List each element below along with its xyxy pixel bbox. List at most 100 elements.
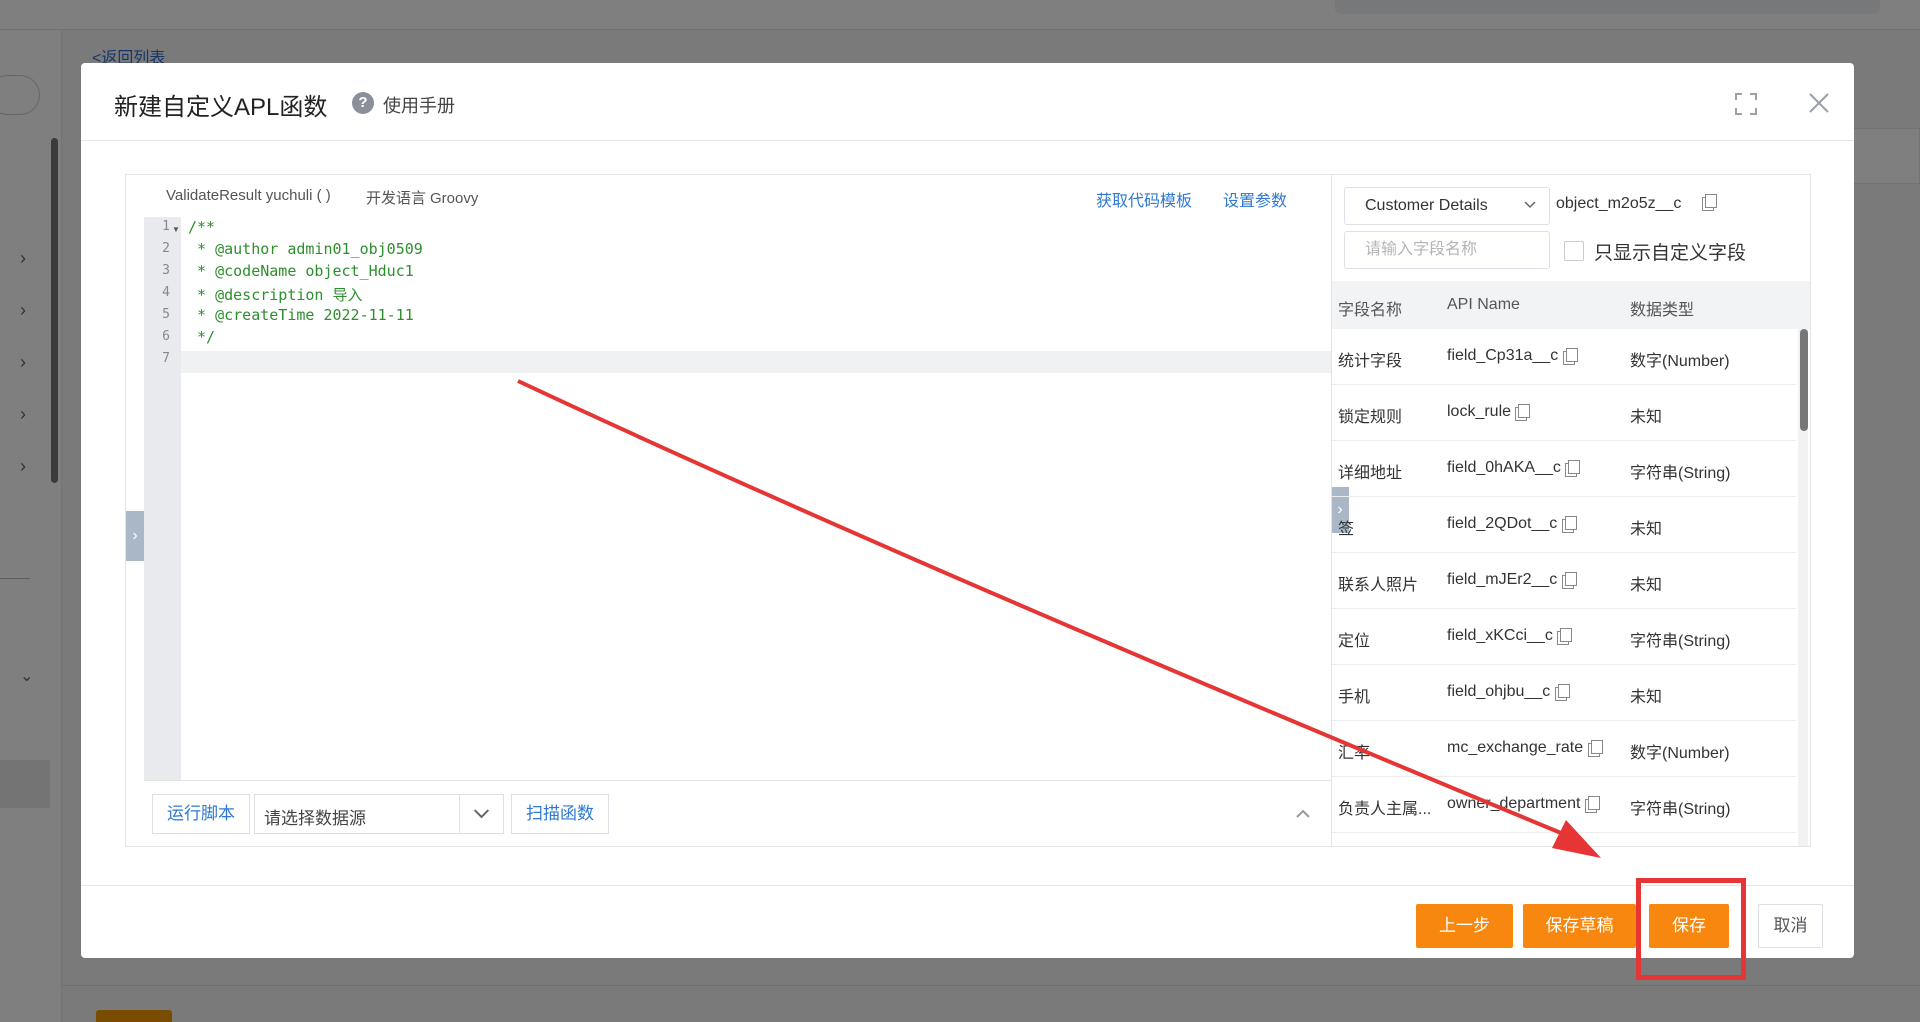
field-api: field_Cp31a__c bbox=[1447, 347, 1578, 365]
user-manual-link[interactable]: 使用手册 bbox=[383, 92, 455, 118]
table-row[interactable]: 签 field_2QDot__c 未知 bbox=[1332, 497, 1796, 553]
dialog-title: 新建自定义APL函数 bbox=[114, 94, 328, 121]
field-api: field_xKCci__c bbox=[1447, 627, 1573, 645]
copy-icon[interactable] bbox=[1587, 739, 1603, 757]
object-select[interactable]: Customer Details bbox=[1344, 187, 1550, 225]
code-line: * @createTime 2022-11-11 bbox=[188, 306, 414, 324]
fold-arrow-icon[interactable]: ▼ bbox=[172, 225, 180, 234]
field-api: field_mJEr2__c bbox=[1447, 571, 1577, 589]
close-icon[interactable] bbox=[1807, 91, 1831, 115]
field-api: mc_exchange_rate bbox=[1447, 739, 1603, 757]
field-type: 未知 bbox=[1630, 409, 1663, 426]
datasource-placeholder: 请选择数据源 bbox=[264, 809, 366, 828]
code-line: * @author admin01_obj0509 bbox=[188, 240, 423, 258]
scrollbar-thumb[interactable] bbox=[1800, 329, 1808, 431]
field-name: 签 bbox=[1338, 521, 1355, 538]
table-row[interactable]: 汇率 mc_exchange_rate 数字(Number) bbox=[1332, 721, 1796, 777]
field-type: 未知 bbox=[1630, 689, 1663, 706]
table-row[interactable]: 详细地址 field_0hAKA__c 字符串(String) bbox=[1332, 441, 1796, 497]
field-api-text: owner_department bbox=[1447, 795, 1581, 812]
line-number: 4 bbox=[162, 285, 170, 300]
function-signature: ValidateResult yuchuli ( ) bbox=[166, 187, 331, 204]
field-panel: Customer Details object_m2o5z__c 只显示自定义字… bbox=[1331, 175, 1810, 846]
column-header: 数据类型 bbox=[1630, 302, 1695, 319]
expand-icon[interactable] bbox=[1735, 93, 1757, 115]
field-type: 字符串(String) bbox=[1630, 633, 1731, 650]
column-header: 字段名称 bbox=[1338, 302, 1403, 319]
field-api: owner_department bbox=[1447, 795, 1600, 813]
datasource-select[interactable]: 请选择数据源 bbox=[254, 794, 504, 834]
copy-icon[interactable] bbox=[1584, 795, 1600, 813]
copy-icon[interactable] bbox=[1561, 571, 1577, 589]
custom-only-checkbox[interactable] bbox=[1564, 241, 1584, 261]
code-editor[interactable]: 1 ▼ 2 3 4 5 6 7 /** * @author admin01_ob… bbox=[144, 217, 1331, 780]
field-api-text: field_xKCci__c bbox=[1447, 627, 1553, 644]
dialog-header: 新建自定义APL函数 ? 使用手册 bbox=[81, 63, 1854, 141]
copy-icon[interactable] bbox=[1554, 683, 1570, 701]
table-row[interactable]: 锁定规则 lock_rule 未知 bbox=[1332, 385, 1796, 441]
field-api-text: field_mJEr2__c bbox=[1447, 571, 1558, 588]
get-code-template-link[interactable]: 获取代码模板 bbox=[1096, 187, 1192, 211]
language-info: 开发语言 Groovy bbox=[366, 187, 478, 208]
line-number: 5 bbox=[162, 307, 170, 322]
table-row[interactable]: 联系人照片 field_mJEr2__c 未知 bbox=[1332, 553, 1796, 609]
copy-icon[interactable] bbox=[1561, 515, 1577, 533]
line-number: 2 bbox=[162, 241, 170, 256]
language-label: 开发语言 bbox=[366, 190, 427, 207]
field-name: 详细地址 bbox=[1338, 465, 1403, 482]
field-type: 数字(Number) bbox=[1630, 745, 1730, 762]
field-name: 负责人主属... bbox=[1338, 801, 1432, 818]
save-draft-button[interactable]: 保存草稿 bbox=[1523, 904, 1636, 948]
annotation-highlight-box bbox=[1636, 878, 1746, 980]
table-row[interactable]: 定位 field_xKCci__c 字符串(String) bbox=[1332, 609, 1796, 665]
run-script-button[interactable]: 运行脚本 bbox=[152, 794, 250, 834]
code-line: * @description 导入 bbox=[188, 286, 363, 304]
table-row[interactable]: 手机 field_ohjbu__c 未知 bbox=[1332, 665, 1796, 721]
table-row[interactable]: 负责人主属... owner_department 字符串(String) bbox=[1332, 777, 1796, 833]
field-api: field_2QDot__c bbox=[1447, 515, 1577, 533]
field-type: 未知 bbox=[1630, 521, 1663, 538]
copy-icon[interactable] bbox=[1557, 627, 1573, 645]
field-name: 统计字段 bbox=[1338, 353, 1403, 370]
field-api-text: field_Cp31a__c bbox=[1447, 347, 1559, 364]
code-line: /** bbox=[188, 218, 216, 236]
previous-step-button[interactable]: 上一步 bbox=[1416, 904, 1513, 948]
field-api-text: lock_rule bbox=[1447, 403, 1512, 420]
custom-only-label[interactable]: 只显示自定义字段 bbox=[1594, 238, 1746, 265]
field-api-text: field_2QDot__c bbox=[1447, 515, 1558, 532]
copy-icon[interactable] bbox=[1562, 347, 1578, 365]
set-params-link[interactable]: 设置参数 bbox=[1223, 187, 1287, 211]
field-api-text: mc_exchange_rate bbox=[1447, 739, 1584, 756]
dialog-footer: 上一步 保存草稿 保存 取消 bbox=[81, 885, 1854, 958]
line-number: 1 bbox=[162, 219, 170, 234]
cancel-button[interactable]: 取消 bbox=[1758, 904, 1823, 948]
table-row[interactable]: 统计字段 field_Cp31a__c 数字(Number) bbox=[1332, 329, 1796, 385]
field-name: 汇率 bbox=[1338, 745, 1371, 762]
chevron-down-icon[interactable] bbox=[459, 795, 503, 833]
editor-header: ValidateResult yuchuli ( ) 开发语言 Groovy 获取… bbox=[126, 175, 1331, 213]
apl-function-dialog: 新建自定义APL函数 ? 使用手册 ValidateResult yuchuli… bbox=[81, 63, 1854, 958]
field-api: lock_rule bbox=[1447, 403, 1531, 421]
field-name: 定位 bbox=[1338, 633, 1371, 650]
field-api: field_0hAKA__c bbox=[1447, 459, 1581, 477]
copy-icon[interactable] bbox=[1702, 194, 1717, 211]
field-search-input[interactable] bbox=[1344, 231, 1550, 269]
field-name: 手机 bbox=[1338, 689, 1371, 706]
field-type: 数字(Number) bbox=[1630, 353, 1730, 370]
code-line: * @codeName object_Hduc1 bbox=[188, 262, 414, 280]
field-type: 字符串(String) bbox=[1630, 801, 1731, 818]
copy-icon[interactable] bbox=[1515, 403, 1531, 421]
question-circle-icon[interactable]: ? bbox=[352, 92, 374, 114]
chevron-up-icon[interactable] bbox=[1294, 806, 1312, 820]
field-type: 未知 bbox=[1630, 577, 1663, 594]
language-value: Groovy bbox=[430, 190, 479, 207]
field-api: field_ohjbu__c bbox=[1447, 683, 1570, 701]
field-name: 联系人照片 bbox=[1338, 577, 1419, 594]
line-number: 7 bbox=[162, 351, 170, 366]
copy-icon[interactable] bbox=[1565, 459, 1581, 477]
scan-function-button[interactable]: 扫描函数 bbox=[511, 794, 609, 834]
expand-left-icon[interactable]: › bbox=[126, 511, 144, 561]
line-number-gutter: 1 ▼ 2 3 4 5 6 7 bbox=[144, 217, 181, 780]
editor-panel: ValidateResult yuchuli ( ) 开发语言 Groovy 获取… bbox=[125, 174, 1811, 847]
field-table-header: 字段名称 API Name 数据类型 bbox=[1332, 281, 1810, 329]
